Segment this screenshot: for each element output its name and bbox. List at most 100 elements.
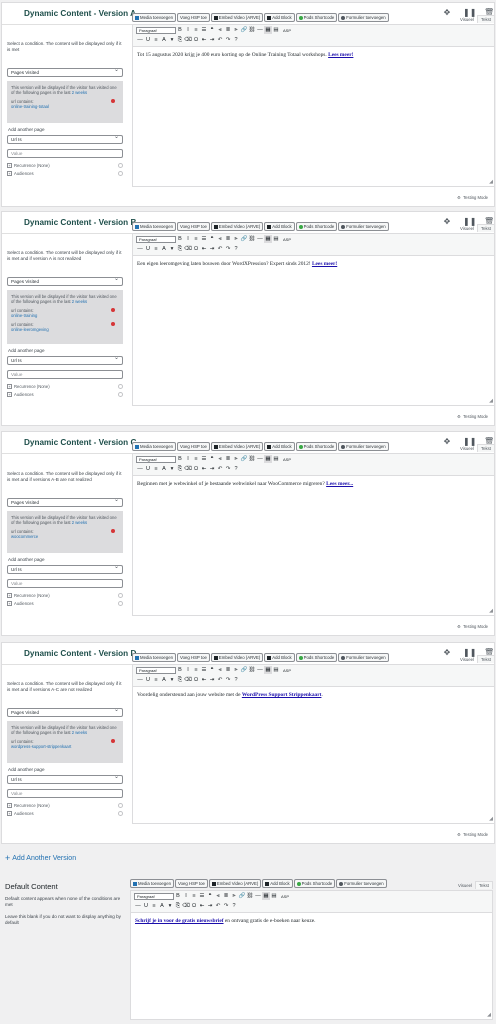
indent-icon[interactable]: ⇥ <box>208 676 216 684</box>
condition-select[interactable]: Pages Visited <box>7 707 123 717</box>
link-icon[interactable]: 🔗 <box>240 26 248 34</box>
toolbar-toggle-icon[interactable]: ▦ <box>262 892 270 900</box>
add-block-button[interactable]: Add Block <box>264 13 295 22</box>
add-media-button[interactable]: Media toevoegen <box>132 13 176 22</box>
unlink-icon[interactable]: ⛓ <box>248 26 256 34</box>
bold-icon[interactable]: B <box>176 235 184 243</box>
info-icon[interactable] <box>118 803 123 808</box>
asp-dropdown[interactable]: ASP <box>283 237 291 242</box>
outdent-icon[interactable]: ⇤ <box>198 902 206 910</box>
condition-select[interactable]: Pages Visited <box>7 276 123 286</box>
tab-visual[interactable]: Visueel <box>455 882 475 890</box>
underline-icon[interactable]: U <box>144 36 152 44</box>
testing-mode[interactable]: ⚙ Testing Mode <box>457 832 488 837</box>
redo-icon[interactable]: ↷ <box>222 902 230 910</box>
color-dropdown-icon[interactable]: ▾ <box>166 902 174 910</box>
text-color-icon[interactable]: A <box>158 902 166 910</box>
paste-text-icon[interactable]: ⎘ <box>174 902 182 910</box>
text-color-icon[interactable]: A <box>160 676 168 684</box>
align-center-icon[interactable]: ≣ <box>222 892 230 900</box>
add-form-button[interactable]: Formulier toevoegen <box>338 222 389 231</box>
unlink-icon[interactable]: ⛓ <box>248 666 256 674</box>
numbered-list-icon[interactable]: ☰ <box>200 26 208 34</box>
operator-select[interactable]: Url Is <box>7 564 123 574</box>
operator-select[interactable]: Url Is <box>7 134 123 144</box>
editor-content[interactable]: Voordelig ondersteund aan jouw website m… <box>133 687 494 704</box>
indent-icon[interactable]: ⇥ <box>206 902 214 910</box>
content-link[interactable]: Lees meer... <box>326 481 353 487</box>
color-dropdown-icon[interactable]: ▾ <box>168 465 176 473</box>
add-another-version-button[interactable]: + Add Another Version <box>5 853 76 863</box>
add-media-button[interactable]: Media toevoegen <box>130 879 174 888</box>
info-icon[interactable] <box>118 811 123 816</box>
blockquote-icon[interactable]: ❝ <box>208 235 216 243</box>
redo-icon[interactable]: ↷ <box>224 676 232 684</box>
underline-icon[interactable]: U <box>144 676 152 684</box>
special-char-icon[interactable]: Ω <box>192 676 200 684</box>
content-link[interactable]: Lees meer! <box>312 261 337 267</box>
pods-shortcode-button[interactable]: Pods Shortcode <box>293 879 336 888</box>
remove-url-icon[interactable] <box>111 529 115 533</box>
outdent-icon[interactable]: ⇤ <box>200 245 208 253</box>
align-center-icon[interactable]: ≣ <box>224 235 232 243</box>
value-input[interactable]: Value <box>7 579 123 588</box>
add-block-button[interactable]: Add Block <box>262 879 293 888</box>
value-input[interactable]: Value <box>7 370 123 379</box>
text-color-icon[interactable]: A <box>160 245 168 253</box>
resize-handle-icon[interactable]: ◢ <box>489 398 493 404</box>
add-form-button[interactable]: Formulier toevoegen <box>338 13 389 22</box>
url-condition-value[interactable]: woocommerce <box>11 534 119 539</box>
underline-icon[interactable]: U <box>142 902 150 910</box>
outdent-icon[interactable]: ⇤ <box>200 676 208 684</box>
value-input[interactable]: Value <box>7 789 123 798</box>
bullet-list-icon[interactable]: ≡ <box>192 666 200 674</box>
add-another-page-link[interactable]: Add another page <box>8 767 45 772</box>
more-tag-icon[interactable]: — <box>256 235 264 243</box>
justify-icon[interactable]: ≡ <box>150 902 158 910</box>
pods-shortcode-button[interactable]: Pods Shortcode <box>295 13 338 22</box>
align-left-icon[interactable]: ⫷ <box>214 892 222 900</box>
add-another-page-link[interactable]: Add another page <box>8 557 45 562</box>
resize-handle-icon[interactable]: ◢ <box>489 608 493 614</box>
toolbar-toggle-icon[interactable]: ▦ <box>264 26 272 34</box>
format-select[interactable]: Paragraaf <box>136 26 176 34</box>
undo-icon[interactable]: ↶ <box>216 676 224 684</box>
italic-icon[interactable]: I <box>184 235 192 243</box>
paste-text-icon[interactable]: ⎘ <box>176 245 184 253</box>
indent-icon[interactable]: ⇥ <box>208 465 216 473</box>
align-right-icon[interactable]: ⫸ <box>232 235 240 243</box>
undo-icon[interactable]: ↶ <box>214 902 222 910</box>
hsp-button[interactable]: Voeg HSP toe <box>176 222 210 231</box>
hsp-button[interactable]: Voeg HSP toe <box>176 13 210 22</box>
tab-visual[interactable]: Visueel <box>457 656 477 664</box>
asp-dropdown[interactable]: ASP <box>281 894 289 899</box>
pods-shortcode-button[interactable]: Pods Shortcode <box>295 222 338 231</box>
tab-text[interactable]: Tekst <box>476 655 495 663</box>
blockquote-icon[interactable]: ❝ <box>208 455 216 463</box>
toolbar-toggle-icon[interactable]: ▦ <box>264 666 272 674</box>
undo-icon[interactable]: ↶ <box>216 245 224 253</box>
special-char-icon[interactable]: Ω <box>192 36 200 44</box>
align-right-icon[interactable]: ⫸ <box>232 26 240 34</box>
format-select[interactable]: Paragraaf <box>136 455 176 463</box>
format-select[interactable]: Paragraaf <box>136 235 176 243</box>
testing-mode[interactable]: ⚙ Testing Mode <box>457 624 488 629</box>
recurrence-toggle[interactable]: + Recurrence (None) <box>7 802 123 809</box>
embed-video-button[interactable]: Embed Video (ARVE) <box>210 13 264 22</box>
italic-icon[interactable]: I <box>184 455 192 463</box>
time-period-link[interactable]: 2 weeks <box>72 520 87 525</box>
format-select[interactable]: Paragraaf <box>136 666 176 674</box>
blockquote-icon[interactable]: ❝ <box>208 666 216 674</box>
color-dropdown-icon[interactable]: ▾ <box>168 245 176 253</box>
justify-icon[interactable]: ≡ <box>152 245 160 253</box>
operator-select[interactable]: Url Is <box>7 774 123 784</box>
bold-icon[interactable]: B <box>176 455 184 463</box>
blockquote-icon[interactable]: ❝ <box>206 892 214 900</box>
justify-icon[interactable]: ≡ <box>152 676 160 684</box>
bold-icon[interactable]: B <box>174 892 182 900</box>
clear-formatting-icon[interactable]: ⌫ <box>184 676 192 684</box>
bullet-list-icon[interactable]: ≡ <box>192 26 200 34</box>
time-period-link[interactable]: 2 weeks <box>72 730 87 735</box>
hsp-button[interactable]: Voeg HSP toe <box>174 879 208 888</box>
link-icon[interactable]: 🔗 <box>240 235 248 243</box>
